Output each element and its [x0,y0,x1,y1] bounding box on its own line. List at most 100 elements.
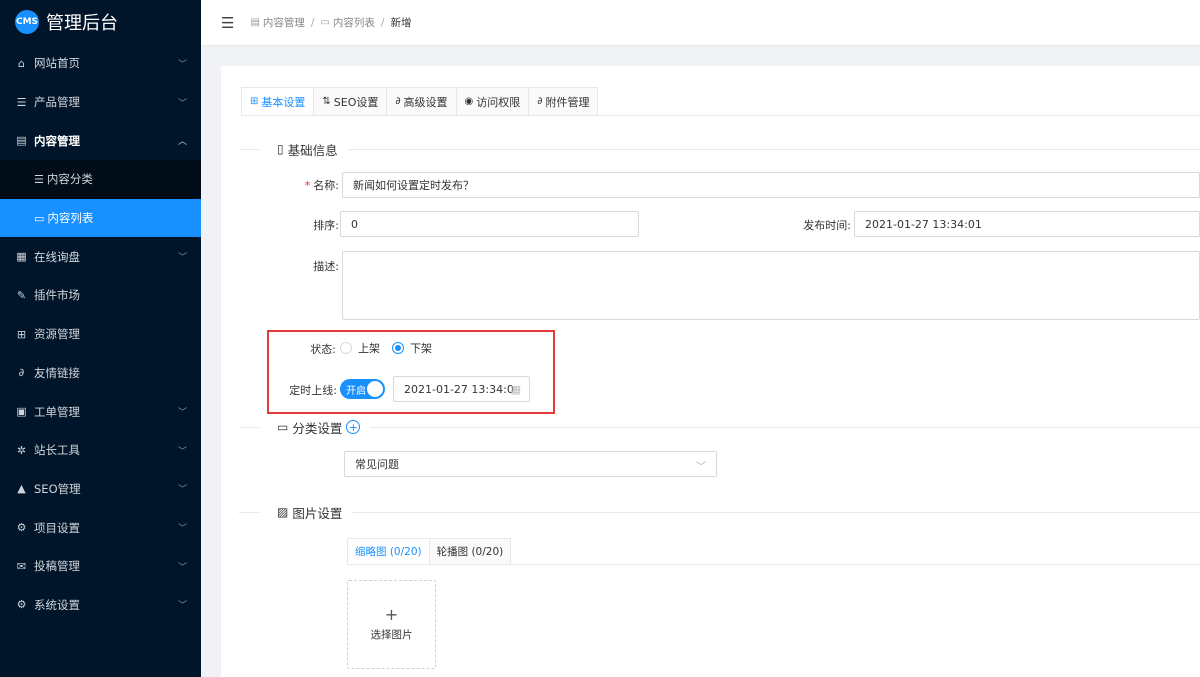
category-select[interactable]: 常见问题 ﹀ [344,451,717,477]
sidebar-item-label: 站长工具 [34,443,80,458]
sidebar-item-system[interactable]: ⚙ 系统设置 ﹀ [0,586,201,625]
sort-input[interactable]: 0 [340,211,639,237]
mail-icon: ✉ [16,559,27,573]
chevron-down-icon: ﹀ [177,601,187,612]
sidebar-item-tickets[interactable]: ▣ 工单管理 ﹀ [0,392,201,431]
sidebar-subitem-label: 内容分类 [46,172,93,187]
sort-label: 排序: [313,219,339,232]
publish-time-label: 发布时间: [803,219,851,232]
tab-advanced[interactable]: ∂ 高级设置 [386,87,456,116]
folder-icon: ▭ [277,420,289,434]
divider [239,511,259,513]
radio-label: 下架 [410,342,432,355]
divider [239,148,259,150]
logo-badge-icon: CMS [15,10,39,34]
description-textarea[interactable] [342,251,1200,320]
tab-thumbnail[interactable]: 缩略图 (0/20) [347,538,429,565]
document-icon: ▣ [16,405,27,419]
tab-label: SEO设置 [333,95,379,109]
chevron-down-icon: ﹀ [177,524,187,535]
eye-icon: ◉ [464,96,474,107]
plus-icon: + [384,605,399,624]
sidebar-subitem-category[interactable]: ☰ 内容分类 [0,160,201,199]
pin-icon: ✎ [16,288,27,302]
category-icon: ☰ [34,172,44,186]
schedule-switch[interactable]: 开启 [340,379,385,399]
sidebar-item-label: 投稿管理 [34,559,80,574]
publish-time-input[interactable]: 2021-01-27 13:34:01 [854,211,1200,237]
chevron-down-icon: ﹀ [177,562,187,573]
sidebar-item-seo[interactable]: ▲ SEO管理 ﹀ [0,470,201,509]
tab-label: 访问权限 [476,95,521,109]
sidebar-item-label: 工单管理 [34,404,80,419]
sidebar-item-products[interactable]: ☰ 产品管理 ﹀ [0,83,201,122]
section-title-label: 分类设置 [292,420,343,436]
required-mark: * [304,179,311,192]
sidebar-item-tools[interactable]: ✲ 站长工具 ﹀ [0,431,201,470]
tab-access[interactable]: ◉ 访问权限 [455,87,529,116]
breadcrumb-item-list[interactable]: 内容列表 [333,15,375,30]
settings-icon: ⚙ [16,521,27,535]
breadcrumb-item-content[interactable]: 内容管理 [263,15,305,30]
home-icon: ⌂ [18,56,25,70]
sidebar-subitem-label: 内容列表 [47,211,94,226]
category-select-value: 常见问题 [355,458,399,471]
sidebar-item-home[interactable]: ⌂ 网站首页 ﹀ [0,44,201,83]
logo[interactable]: CMS 管理后台 [0,0,201,44]
sidebar-item-project[interactable]: ⚙ 项目设置 ﹀ [0,508,201,547]
section-title-label: 基础信息 [287,142,338,158]
upload-image-button[interactable]: + 选择图片 [347,580,436,669]
sidebar-item-plugins[interactable]: ✎ 插件市场 [0,276,201,315]
grid-icon: ⊞ [16,327,27,341]
add-category-icon[interactable]: + [346,420,361,434]
schedule-datetime-input[interactable]: 2021-01-27 13:34:0 ▦ [393,376,530,402]
sidebar-item-label: SEO管理 [34,481,81,496]
radio-label: 上架 [358,342,380,355]
sidebar-item-submissions[interactable]: ✉ 投稿管理 ﹀ [0,547,201,586]
breadcrumb-separator: / [310,16,315,29]
warning-icon: ▲ [17,482,26,496]
sidebar-item-label: 插件市场 [34,288,80,303]
schedule-datetime-value: 2021-01-27 13:34:0 [404,382,514,396]
image-tabs: 缩略图 (0/20) 轮播图 (0/20) [347,538,512,565]
name-input[interactable]: 新闻如何设置定时发布？ [342,172,1200,198]
tab-seo[interactable]: ⇅ SEO设置 [313,87,387,116]
chevron-up-icon: ︿ [177,137,187,148]
name-label-text: 名称: [313,179,339,192]
list-icon: ▭ [320,17,330,28]
tab-basic[interactable]: ⊞ 基本设置 [241,87,314,116]
name-label: * 名称: [291,177,339,193]
list-icon: ☰ [16,95,27,109]
sidebar-item-label: 内容管理 [34,133,80,148]
tab-carousel[interactable]: 轮播图 (0/20) [428,538,512,565]
sidebar-item-inquiry[interactable]: ▦ 在线询盘 ﹀ [0,237,201,276]
sidebar-subitem-list[interactable]: ▭ 内容列表 [0,198,201,238]
link-icon: ∂ [537,96,543,107]
breadcrumb-item-current: 新增 [390,17,412,29]
menu-fold-icon[interactable]: ☰ [221,14,234,32]
switch-knob [367,381,383,397]
description-label: 描述: [313,260,339,273]
tab-label: 基本设置 [261,95,306,109]
sidebar-item-label: 产品管理 [34,95,80,110]
section-title-label: 图片设置 [292,505,343,521]
newspaper-icon: ▤ [250,17,260,28]
chevron-down-icon: ﹀ [696,462,706,473]
list-icon: ▭ [34,211,45,225]
image-tabs-divider [347,564,1200,565]
chevron-down-icon: ﹀ [177,253,187,264]
sidebar-item-resources[interactable]: ⊞ 资源管理 [0,315,201,354]
link-icon: ∂ [395,96,401,107]
sidebar-item-label: 网站首页 [34,56,80,71]
divider [347,148,1200,150]
status-radio-online[interactable]: 上架 [340,340,380,356]
settings-tabs: ⊞ 基本设置 ⇅ SEO设置 ∂ 高级设置 ◉ 访问权限 ∂ 附件管理 [241,87,599,116]
sidebar-item-content[interactable]: ▤ 内容管理 ︿ [0,121,201,160]
section-basic-info: ▯ 基础信息 [239,139,1200,159]
settings-icon: ⚙ [16,598,27,612]
sidebar-item-links[interactable]: ∂ 友情链接 [0,354,201,393]
schedule-label: 定时上线: [289,384,337,397]
status-radio-offline[interactable]: 下架 [392,340,432,356]
content-submenu: ☰ 内容分类 ▭ 内容列表 [0,160,201,238]
tab-attachments[interactable]: ∂ 附件管理 [528,87,599,116]
